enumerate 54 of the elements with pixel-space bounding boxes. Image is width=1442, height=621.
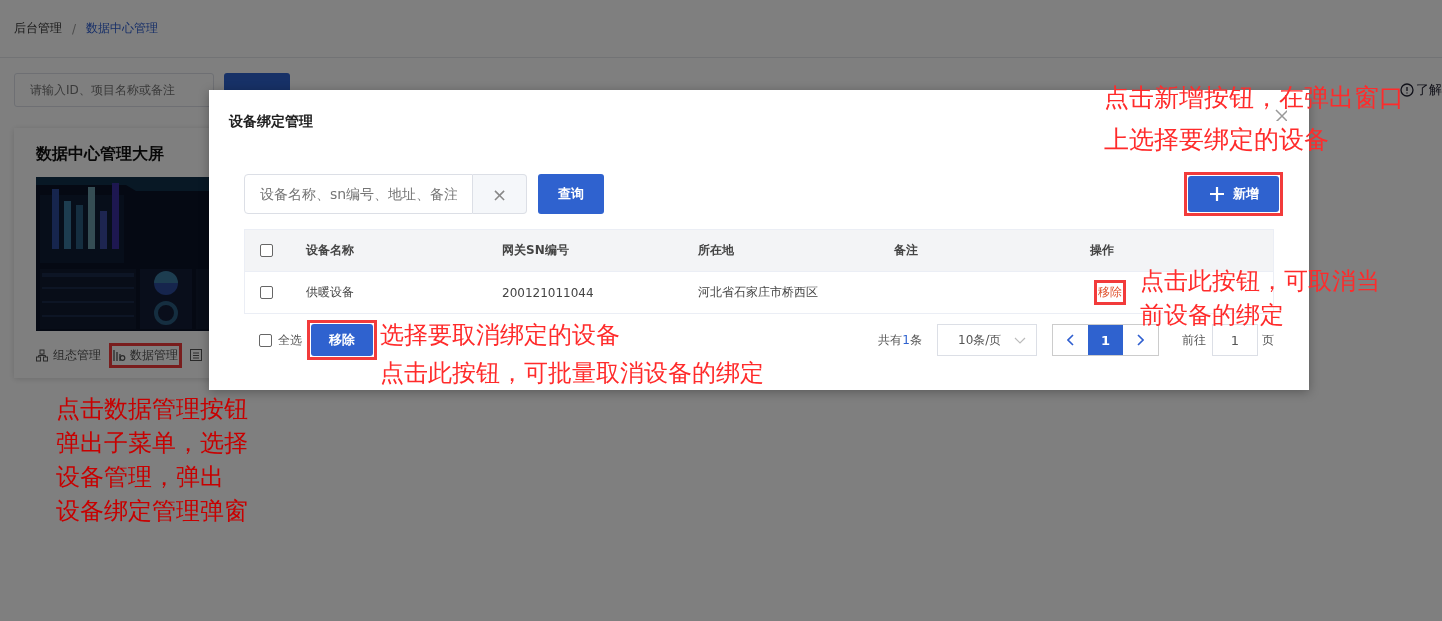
annotation-text: 点击此按钮，可批量取消设备的绑定 (380, 358, 764, 389)
annotation-text: 点击数据管理按钮 (56, 394, 248, 425)
card-action[interactable]: 数据管理 (113, 347, 178, 364)
checkbox-label: 全选 (278, 331, 302, 349)
card-action[interactable] (190, 349, 203, 362)
annotation-text: 弹出子菜单，选择 (56, 428, 248, 459)
hierarchy-icon (36, 349, 49, 362)
remove-button[interactable]: 移除 (311, 324, 373, 356)
annotation-text: 设备管理，弹出 (56, 462, 225, 493)
table-cell: 供暖设备 (306, 285, 354, 299)
column-header: 所在地 (698, 243, 734, 257)
breadcrumb-separator: / (72, 21, 77, 36)
query-button[interactable]: 查询 (538, 174, 604, 214)
jump-label: 前往 (1182, 331, 1206, 349)
breadcrumb-link[interactable]: 数据中心管理 (86, 20, 159, 37)
checkbox[interactable] (260, 286, 273, 299)
checkbox[interactable] (259, 333, 272, 347)
total-count: 1 (902, 332, 910, 347)
add-button[interactable]: 新增 (1188, 176, 1279, 212)
list-icon (190, 349, 203, 362)
close-button[interactable] (1275, 109, 1287, 121)
plus-icon (1208, 186, 1225, 202)
chevron-right-icon (1137, 334, 1144, 346)
jump-label: 页 (1262, 331, 1274, 349)
table-cell: 200121011044 (502, 285, 594, 300)
info-icon (1400, 83, 1414, 97)
dialog-title: 设备绑定管理 (229, 113, 313, 131)
search-field[interactable]: 设备名称、sn编号、地址、备注 (244, 174, 473, 214)
card-title: 数据中心管理大屏 (36, 143, 165, 165)
help-link[interactable]: 了解 (1400, 81, 1442, 99)
action-label[interactable]: 组态管理 (53, 347, 101, 364)
column-header: 网关SN编号 (502, 243, 569, 257)
total-label: 共有 (878, 332, 903, 347)
help-text[interactable]: 了解 (1416, 81, 1442, 99)
annotation-text: 设备绑定管理弹窗 (56, 496, 248, 527)
column-header: 备注 (894, 243, 918, 257)
chevron-down-icon (1014, 336, 1026, 344)
close-icon (1275, 109, 1287, 121)
table-cell: 河北省石家庄市桥西区 (698, 285, 818, 299)
column-header: 操作 (1090, 243, 1114, 257)
checkbox[interactable] (260, 244, 273, 257)
page-button[interactable]: 1 (1088, 325, 1123, 355)
chevron-left-icon (1067, 334, 1074, 346)
search-field[interactable]: 请输入ID、项目名称或备注 (14, 73, 214, 107)
annotation-text: 选择要取消绑定的设备 (380, 320, 621, 351)
action-label[interactable]: 数据管理 (130, 347, 178, 364)
clear-button[interactable]: × (473, 174, 527, 214)
page-size-select[interactable]: 10条/页 (937, 324, 1037, 356)
card-action[interactable]: 组态管理 (36, 347, 101, 364)
breadcrumb-link[interactable]: 后台管理 (14, 20, 62, 37)
column-header: 设备名称 (306, 243, 354, 257)
remove-link[interactable]: 移除 (1098, 284, 1122, 301)
total-label: 条 (910, 332, 922, 347)
bar-chart-icon (113, 349, 126, 362)
